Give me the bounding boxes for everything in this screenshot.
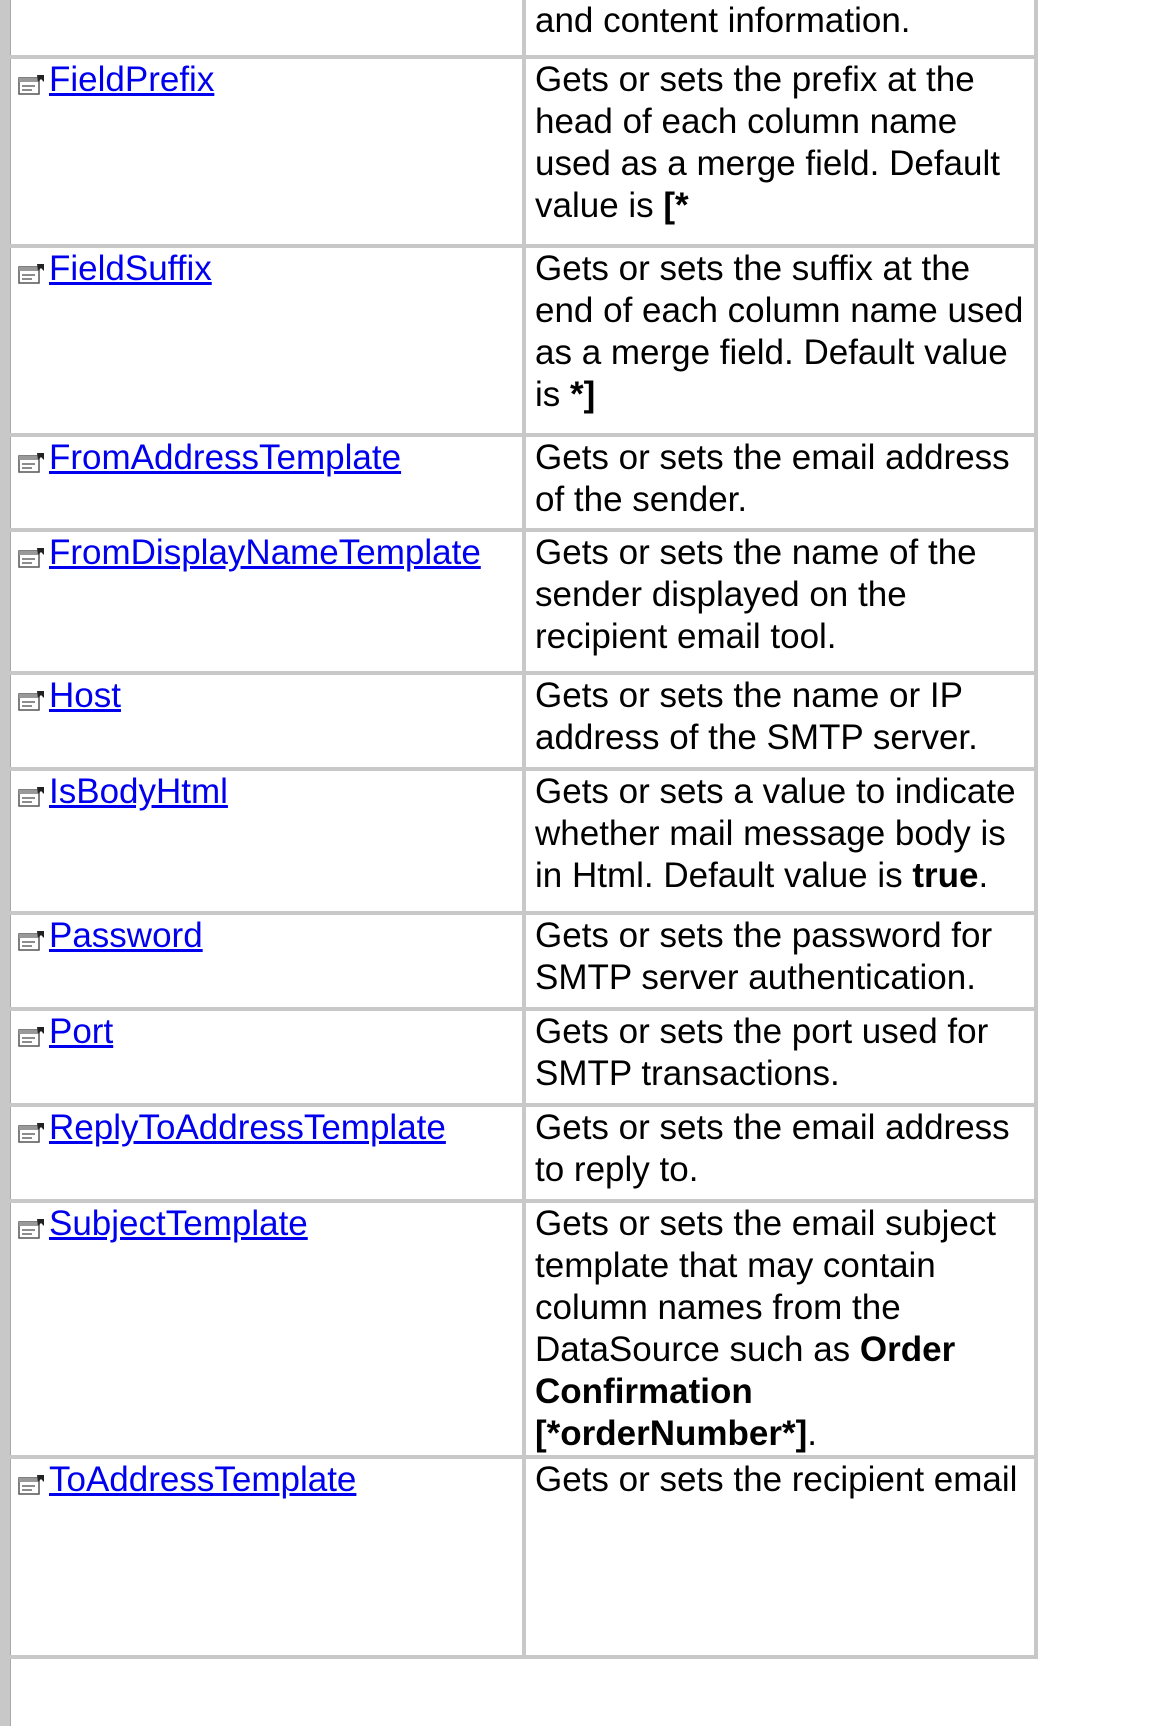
property-icon (18, 253, 46, 284)
member-link[interactable]: ToAddressTemplate (49, 1460, 356, 1499)
member-row: SubjectTemplate Gets or sets the email su… (10, 1199, 1038, 1459)
member-row: and content information. (10, 0, 1038, 59)
member-link[interactable]: ReplyToAddressTemplate (49, 1108, 446, 1147)
member-row: Password Gets or sets the password for SM… (10, 911, 1038, 1011)
member-link[interactable]: FieldSuffix (49, 249, 212, 288)
member-link[interactable]: IsBodyHtml (49, 772, 228, 811)
member-name-cell: IsBodyHtml (10, 767, 526, 915)
member-name-cell: SubjectTemplate (10, 1199, 526, 1459)
description-text: Gets or sets the name or IP address of t… (535, 676, 978, 757)
description-text: Gets or sets the email address of the se… (535, 438, 1010, 519)
member-link[interactable]: Host (49, 676, 121, 715)
member-row: Port Gets or sets the port used for SMTP … (10, 1007, 1038, 1107)
description-text: Gets or sets the prefix at the head of e… (535, 60, 1000, 225)
property-icon (18, 537, 46, 568)
member-description-cell: Gets or sets the email subject template … (522, 1199, 1038, 1459)
member-name-cell: FieldSuffix (10, 244, 526, 437)
property-icon (18, 776, 46, 807)
member-name-cell (10, 0, 526, 59)
description-bold-text: [* (663, 186, 689, 225)
property-icon (18, 680, 46, 711)
property-icon (18, 64, 46, 95)
member-name-cell: FromAddressTemplate (10, 433, 526, 532)
member-link[interactable]: FromAddressTemplate (49, 438, 401, 477)
members-table: and content information. FieldPrefix Gets … (10, 0, 1038, 1659)
member-row: ReplyToAddressTemplate Gets or sets the e… (10, 1103, 1038, 1203)
member-name-cell: Password (10, 911, 526, 1011)
member-name-cell: Port (10, 1007, 526, 1107)
description-text: Gets or sets the password for SMTP serve… (535, 916, 993, 997)
description-text: and content information. (535, 1, 911, 40)
property-icon (18, 1208, 46, 1239)
description-text: . (978, 856, 989, 895)
member-name-cell: ToAddressTemplate (10, 1455, 526, 1659)
member-name-cell: Host (10, 671, 526, 771)
member-name-cell: FieldPrefix (10, 55, 526, 248)
member-description-cell: Gets or sets the password for SMTP serve… (522, 911, 1038, 1011)
member-description-cell: Gets or sets the suffix at the end of ea… (522, 244, 1038, 437)
member-description-cell: Gets or sets the email address to reply … (522, 1103, 1038, 1203)
description-text: Gets or sets the recipient email (535, 1460, 1018, 1499)
description-text: Gets or sets the suffix at the end of ea… (535, 249, 1024, 414)
members-table-body: and content information. FieldPrefix Gets … (10, 0, 1038, 1659)
member-link[interactable]: FromDisplayNameTemplate (49, 533, 481, 572)
property-icon (18, 1464, 46, 1495)
member-row: IsBodyHtml Gets or sets a value to indica… (10, 767, 1038, 915)
description-text: . (807, 1414, 817, 1453)
member-description-cell: Gets or sets a value to indicate whether… (522, 767, 1038, 915)
member-row: FromAddressTemplate Gets or sets the emai… (10, 433, 1038, 532)
member-description-cell: Gets or sets the recipient email (522, 1455, 1038, 1659)
member-link[interactable]: SubjectTemplate (49, 1204, 308, 1243)
member-description-cell: Gets or sets the port used for SMTP tran… (522, 1007, 1038, 1107)
member-name-cell: FromDisplayNameTemplate (10, 528, 526, 675)
description-text: Gets or sets the name of the sender disp… (535, 533, 977, 656)
description-bold-text: *] (570, 375, 596, 414)
member-name-cell: ReplyToAddressTemplate (10, 1103, 526, 1203)
property-icon (18, 1016, 46, 1047)
member-description-cell: and content information. (522, 0, 1038, 59)
property-icon (18, 920, 46, 951)
member-description-cell: Gets or sets the name of the sender disp… (522, 528, 1038, 675)
member-row: Host Gets or sets the name or IP address … (10, 671, 1038, 771)
member-link[interactable]: Password (49, 916, 203, 955)
description-text: Gets or sets the port used for SMTP tran… (535, 1012, 989, 1093)
member-row: FieldSuffix Gets or sets the suffix at th… (10, 244, 1038, 437)
description-bold-text: true (912, 856, 979, 895)
member-row: FieldPrefix Gets or sets the prefix at th… (10, 55, 1038, 248)
member-row: FromDisplayNameTemplate Gets or sets the … (10, 528, 1038, 675)
property-icon (18, 1112, 46, 1143)
member-description-cell: Gets or sets the prefix at the head of e… (522, 55, 1038, 248)
member-link[interactable]: FieldPrefix (49, 60, 214, 99)
member-description-cell: Gets or sets the name or IP address of t… (522, 671, 1038, 771)
member-row: ToAddressTemplate Gets or sets the recipi… (10, 1455, 1038, 1659)
member-description-cell: Gets or sets the email address of the se… (522, 433, 1038, 532)
member-link[interactable]: Port (49, 1012, 113, 1051)
property-icon (18, 442, 46, 473)
description-text: Gets or sets the email address to reply … (535, 1108, 1010, 1189)
